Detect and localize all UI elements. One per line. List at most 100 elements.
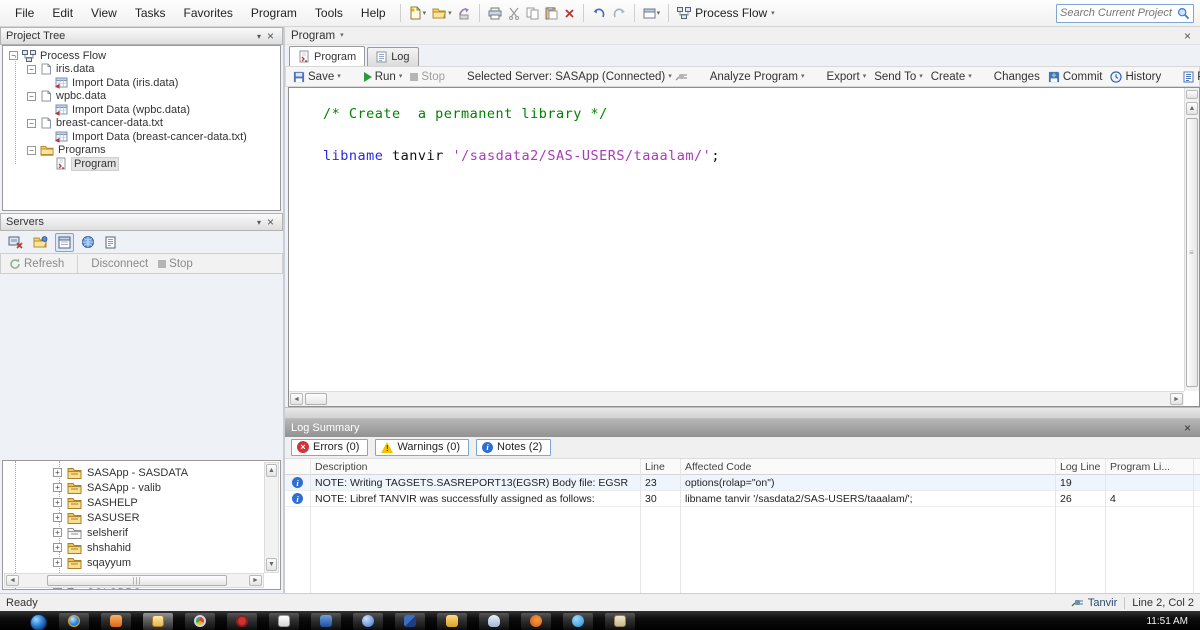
scroll-up-button[interactable]: ▲ [1186, 102, 1198, 115]
analyze-program-button[interactable]: Analyze Program [708, 70, 807, 84]
scroll-left-button[interactable]: ◄ [6, 575, 19, 586]
taskbar-clock[interactable]: 11:51 AM [1146, 613, 1192, 627]
taskbar-app-circle-icon[interactable] [353, 613, 383, 630]
dropdown-caret-icon[interactable] [657, 10, 661, 17]
scroll-right-button[interactable]: ► [1170, 393, 1183, 405]
column-header-affected-code[interactable]: Affected Code [680, 459, 1055, 474]
dropdown-caret-icon[interactable] [771, 10, 775, 17]
taskbar-explorer-icon[interactable] [143, 613, 173, 630]
start-button[interactable] [30, 614, 47, 630]
server-item-sashelp[interactable]: SASHELP [53, 495, 138, 510]
close-icon[interactable] [1181, 29, 1194, 43]
document-view-button[interactable] [102, 233, 119, 252]
split-handle[interactable] [1186, 90, 1198, 99]
warnings-filter-button[interactable]: ! Warnings (0) [375, 439, 470, 456]
errors-filter-button[interactable]: × Errors (0) [291, 439, 369, 456]
taskbar-notepad-icon[interactable] [269, 613, 299, 630]
tab-program[interactable]: Program [289, 46, 366, 66]
scroll-left-button[interactable]: ◄ [290, 393, 303, 405]
dropdown-caret-icon[interactable] [448, 10, 452, 17]
taskbar-app-blue-icon[interactable] [311, 613, 341, 630]
dropdown-caret-icon[interactable] [340, 32, 344, 39]
collapse-toggle-icon[interactable] [27, 145, 36, 155]
search-input[interactable] [1060, 7, 1177, 19]
log-table-row[interactable]: i NOTE: Libref TANVIR was successfully a… [285, 491, 1200, 507]
server-item-sqayyum[interactable]: sqayyum [53, 555, 131, 570]
expand-toggle-icon[interactable] [53, 468, 62, 477]
taskbar-office-icon[interactable] [101, 613, 131, 630]
expand-toggle-icon[interactable] [53, 498, 62, 507]
scroll-thumb[interactable] [305, 393, 327, 405]
column-header-description[interactable]: Description [310, 459, 640, 474]
scroll-thumb[interactable]: ≡ [1186, 118, 1198, 387]
redo-button[interactable] [609, 5, 629, 21]
dropdown-caret-icon[interactable] [668, 73, 672, 80]
process-flow-button[interactable]: Process Flow [674, 4, 778, 22]
connected-user[interactable]: Tanvir [1088, 597, 1117, 609]
menu-file[interactable]: File [6, 2, 43, 24]
tree-item-import-iris[interactable]: Import Data (iris.data) [3, 76, 280, 90]
tree-item-import-wpbc[interactable]: Import Data (wpbc.data) [3, 103, 280, 117]
close-icon[interactable] [264, 29, 277, 43]
disconnect-button[interactable]: Disconnect [89, 257, 150, 271]
expand-toggle-icon[interactable] [53, 588, 62, 589]
tree-item-import-breast-cancer[interactable]: Import Data (breast-cancer-data.txt) [3, 130, 280, 144]
expand-toggle-icon[interactable] [53, 513, 62, 522]
collapse-toggle-icon[interactable] [27, 118, 36, 128]
send-button[interactable] [455, 5, 474, 22]
dropdown-caret-icon[interactable] [399, 73, 403, 80]
horizontal-splitter[interactable] [285, 407, 1200, 419]
editor-hscrollbar[interactable]: ◄ ► [289, 391, 1184, 406]
tree-item-iris-data[interactable]: iris.data [3, 63, 280, 77]
code-editor[interactable]: /* Create a permanent library */ libname… [288, 87, 1200, 407]
menu-edit[interactable]: Edit [43, 2, 82, 24]
selected-server-dropdown[interactable]: Selected Server: SASApp (Connected) [465, 70, 690, 84]
new-connection-button[interactable] [5, 233, 26, 252]
column-header-line[interactable]: Line [640, 459, 680, 474]
dropdown-caret-icon[interactable] [968, 73, 972, 80]
dropdown-caret-icon[interactable] [919, 73, 923, 80]
scroll-down-button[interactable]: ▼ [266, 558, 277, 571]
window-layout-button[interactable] [640, 6, 664, 21]
tree-item-programs[interactable]: Programs [3, 144, 280, 158]
changes-button[interactable]: Changes [992, 70, 1042, 84]
scroll-up-button[interactable]: ▲ [266, 464, 277, 477]
run-button[interactable]: Run [361, 70, 405, 84]
properties-button[interactable]: Properties [1181, 70, 1200, 84]
export-button[interactable]: Export [824, 70, 868, 84]
server-item-selsherif[interactable]: selsherif [53, 525, 128, 540]
menu-view[interactable]: View [82, 2, 126, 24]
refresh-button[interactable]: Refresh [7, 257, 66, 271]
server-list-view-button[interactable] [55, 232, 74, 252]
cut-button[interactable] [505, 5, 523, 22]
taskbar-chrome-icon[interactable] [185, 613, 215, 630]
menu-favorites[interactable]: Favorites [175, 2, 242, 24]
dropdown-caret-icon[interactable] [863, 73, 867, 80]
expand-toggle-icon[interactable] [53, 543, 62, 552]
pin-panel-icon[interactable] [254, 217, 264, 228]
server-item-sasapp-valib[interactable]: SASApp - valib [53, 480, 161, 495]
log-table-row[interactable]: i NOTE: Writing TAGSETS.SASREPORT13(EGSR… [285, 475, 1200, 491]
close-icon[interactable] [264, 215, 277, 229]
server-item-sasapp-sasdata[interactable]: SASApp - SASDATA [53, 465, 188, 480]
menu-help[interactable]: Help [352, 2, 395, 24]
stop-button[interactable]: Stop [156, 257, 195, 271]
menu-program[interactable]: Program [242, 2, 306, 24]
taskbar-firefox-icon[interactable] [521, 613, 551, 630]
taskbar-visual-studio-icon[interactable] [395, 613, 425, 630]
dropdown-caret-icon[interactable] [801, 73, 805, 80]
open-button[interactable] [429, 5, 455, 21]
collapse-toggle-icon[interactable] [9, 51, 18, 61]
taskbar-glass-icon[interactable] [479, 613, 509, 630]
create-button[interactable]: Create [929, 70, 974, 84]
new-button[interactable] [406, 4, 430, 22]
editor-vscrollbar[interactable]: ▲ ≡ [1184, 88, 1199, 391]
server-item-sasuser[interactable]: SASUSER [53, 510, 140, 525]
history-button[interactable]: History [1108, 70, 1163, 84]
scroll-right-button[interactable]: ► [249, 575, 262, 586]
expand-toggle-icon[interactable] [53, 528, 62, 537]
expand-toggle-icon[interactable] [53, 558, 62, 567]
tree-item-wpbc-data[interactable]: wpbc.data [3, 90, 280, 104]
undo-button[interactable] [589, 5, 609, 21]
tree-item-program[interactable]: Program [3, 156, 280, 171]
